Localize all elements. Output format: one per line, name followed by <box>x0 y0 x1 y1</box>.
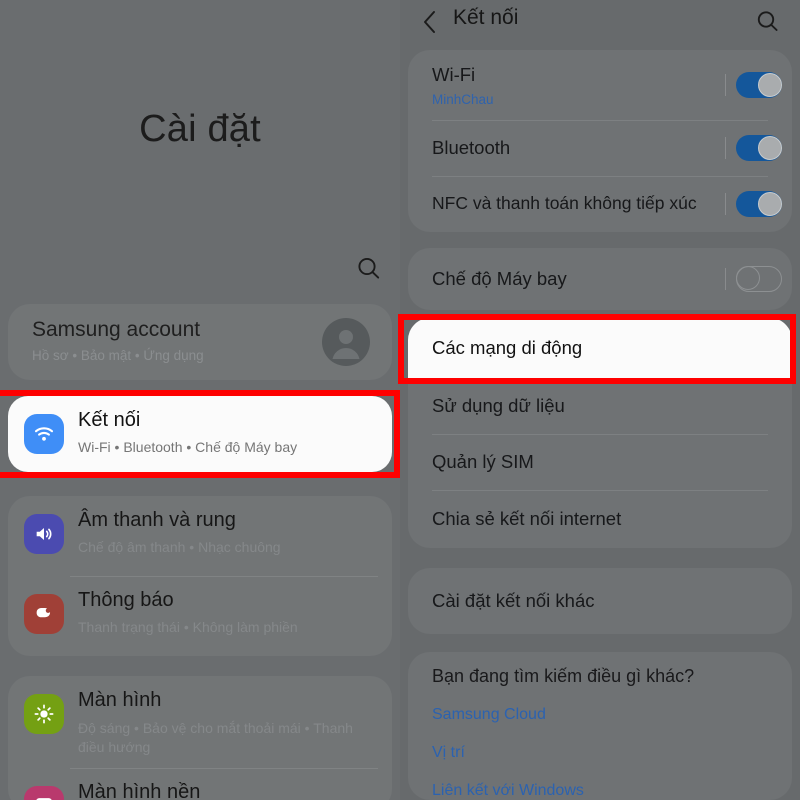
other-connection-settings-card[interactable]: Cài đặt kết nối khác <box>408 568 792 634</box>
sidebar-item-connections-subtitle: Wi-Fi • Bluetooth • Chế độ Máy bay <box>78 439 298 455</box>
display-wallpaper-card: Màn hình Độ sáng • Bảo vệ cho mắt thoải … <box>8 676 392 800</box>
sidebar-item-display[interactable]: Màn hình Độ sáng • Bảo vệ cho mắt thoải … <box>8 676 392 768</box>
separator <box>725 74 726 96</box>
wifi-icon <box>24 414 64 454</box>
speaker-icon <box>24 514 64 554</box>
separator <box>725 193 726 215</box>
person-avatar-icon[interactable] <box>322 318 370 366</box>
sidebar-item-sound-title: Âm thanh và rung <box>78 509 236 531</box>
airplane-mode-card: Chế độ Máy bay <box>408 248 792 310</box>
row-mobile-networks[interactable]: Các mạng di động <box>408 318 792 378</box>
wireless-toggles-card: Wi-Fi MinhChau Bluetooth NFC và thanh to… <box>408 50 792 232</box>
search-icon[interactable] <box>352 252 386 286</box>
connections-header: Kết nối <box>400 0 800 44</box>
row-airplane-mode-label: Chế độ Máy bay <box>432 268 567 289</box>
row-other-connection-settings[interactable]: Cài đặt kết nối khác <box>408 568 792 634</box>
toggle-knob <box>758 73 782 97</box>
settings-left-pane: Cài đặt Samsung account Hồ sơ • Bảo mật … <box>0 0 400 800</box>
row-mobile-networks-label: Các mạng di động <box>432 337 583 358</box>
samsung-account-title: Samsung account <box>32 318 201 341</box>
separator <box>725 268 726 290</box>
looking-for-something-else-card: Bạn đang tìm kiếm điều gì khác? Samsung … <box>408 652 792 800</box>
row-wifi[interactable]: Wi-Fi MinhChau <box>408 50 792 120</box>
sidebar-item-wallpaper-title: Màn hình nền <box>78 781 201 800</box>
row-sim-manager-label: Quản lý SIM <box>432 451 534 472</box>
notification-icon <box>24 594 64 634</box>
sidebar-item-notifications[interactable]: Thông báo Thanh trạng thái • Không làm p… <box>8 576 392 656</box>
toggle-knob <box>758 192 782 216</box>
connections-right-pane: Kết nối Wi-Fi MinhChau Bluetooth NFC và … <box>400 0 800 800</box>
looking-question: Bạn đang tìm kiếm điều gì khác? <box>432 666 695 686</box>
link-link-to-windows[interactable]: Liên kết với Windows <box>432 782 584 800</box>
sidebar-item-notifications-title: Thông báo <box>78 589 174 611</box>
sidebar-item-notifications-subtitle: Thanh trạng thái • Không làm phiền <box>78 619 298 635</box>
samsung-account-card[interactable]: Samsung account Hồ sơ • Bảo mật • Ứng dụ… <box>8 304 392 380</box>
sidebar-item-connections-title: Kết nối <box>78 409 141 431</box>
toggle-knob <box>736 266 760 290</box>
toggle-knob <box>758 136 782 160</box>
search-icon[interactable] <box>752 6 784 38</box>
sidebar-item-sound-subtitle: Chế độ âm thanh • Nhạc chuông <box>78 539 281 555</box>
row-bluetooth[interactable]: Bluetooth <box>408 120 792 176</box>
page-title: Cài đặt <box>139 108 261 150</box>
mobile-networks-card: Các mạng di động Sử dụng dữ liệu Quản lý… <box>408 318 792 548</box>
row-data-usage-label: Sử dụng dữ liệu <box>432 395 565 416</box>
row-internet-sharing-label: Chia sẻ kết nối internet <box>432 508 622 529</box>
separator <box>725 137 726 159</box>
sidebar-item-wallpaper[interactable]: Màn hình nền Màn hình nền trang chủ và m… <box>8 768 392 800</box>
bluetooth-toggle[interactable] <box>736 135 782 161</box>
brightness-icon <box>24 694 64 734</box>
row-wifi-label: Wi-Fi <box>432 64 476 85</box>
nfc-toggle[interactable] <box>736 191 782 217</box>
row-airplane-mode[interactable]: Chế độ Máy bay <box>408 248 792 310</box>
samsung-account-subtitle: Hồ sơ • Bảo mật • Ứng dụng <box>32 348 204 363</box>
link-samsung-cloud[interactable]: Samsung Cloud <box>432 706 546 724</box>
row-sim-manager[interactable]: Quản lý SIM <box>408 434 792 490</box>
sound-notification-card: Âm thanh và rung Chế độ âm thanh • Nhạc … <box>8 496 392 656</box>
link-location[interactable]: Vị trí <box>432 744 465 762</box>
row-nfc[interactable]: NFC và thanh toán không tiếp xúc <box>408 176 792 232</box>
wifi-toggle[interactable] <box>736 72 782 98</box>
connections-page-title: Kết nối <box>453 6 519 29</box>
row-bluetooth-label: Bluetooth <box>432 137 511 158</box>
sidebar-item-sound[interactable]: Âm thanh và rung Chế độ âm thanh • Nhạc … <box>8 496 392 576</box>
row-other-connection-settings-label: Cài đặt kết nối khác <box>432 590 595 611</box>
sidebar-item-connections[interactable]: Kết nối Wi-Fi • Bluetooth • Chế độ Máy b… <box>8 396 392 472</box>
sidebar-item-display-title: Màn hình <box>78 689 162 711</box>
wallpaper-image-icon <box>24 786 64 800</box>
back-chevron-icon[interactable] <box>414 5 448 39</box>
row-internet-sharing[interactable]: Chia sẻ kết nối internet <box>408 490 792 548</box>
row-wifi-network-name: MinhChau <box>432 92 494 107</box>
airplane-mode-toggle[interactable] <box>736 266 782 292</box>
row-nfc-label: NFC và thanh toán không tiếp xúc <box>432 193 697 213</box>
sidebar-item-display-subtitle: Độ sáng • Bảo vệ cho mắt thoải mái • Tha… <box>78 720 353 755</box>
row-data-usage[interactable]: Sử dụng dữ liệu <box>408 378 792 434</box>
